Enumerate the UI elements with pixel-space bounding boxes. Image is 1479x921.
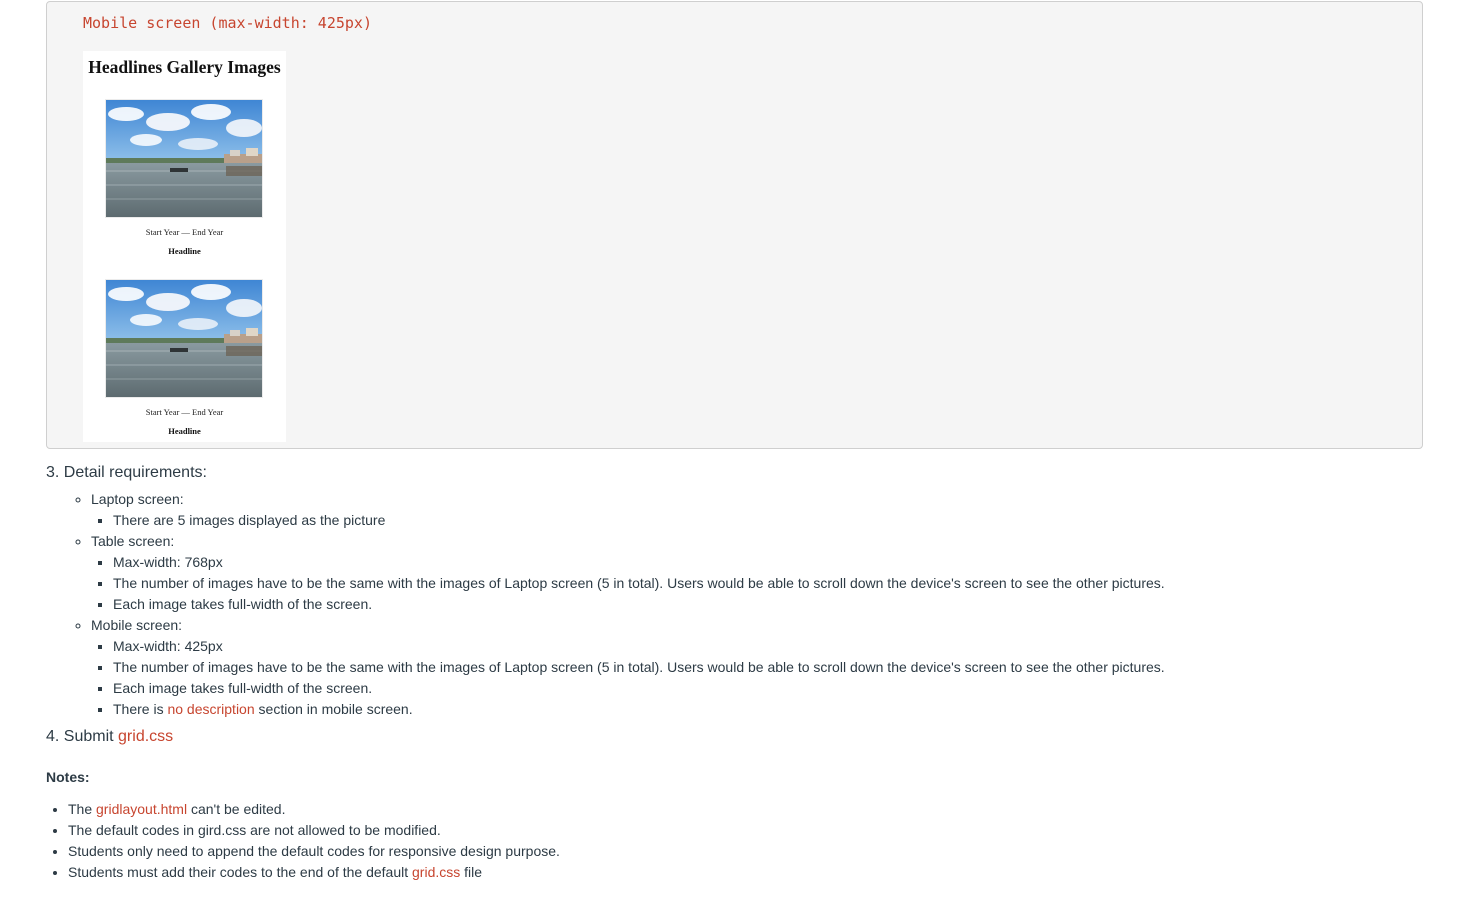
assignment-content: 3. Detail requirements: Laptop screen: T… [46,461,1446,883]
text-segment: Students must add their codes to the end… [68,864,413,880]
text-segment: can't be edited. [187,801,286,817]
notes-title: Notes: [46,769,90,785]
text-segment: The [68,801,97,817]
text-segment: section in mobile screen. [254,701,413,717]
mobile-label: Mobile screen: [91,617,183,633]
highlighted-text: no description [167,701,255,717]
list-item: Students must add their codes to the end… [68,862,1446,883]
list-item: The default codes in gird.css are not al… [68,820,1446,841]
grid-css-link[interactable]: grid.css [118,728,173,745]
table-requirement: Table screen: Max-width: 768px The numbe… [91,531,1446,615]
landscape-photo [106,280,262,397]
mobile-requirement: Mobile screen: Max-width: 425px The numb… [91,615,1446,720]
grid-css-link[interactable]: grid.css [412,864,460,880]
list-item: The number of images have to be the same… [113,573,1446,594]
example-code-box: Mobile screen (max-width: 425px) Headlin… [46,1,1423,449]
list-item: There are 5 images displayed as the pict… [113,510,1446,531]
mobile-preview-image: Headlines Gallery Images Start Year — En… [83,51,286,442]
requirements-list: Laptop screen: There are 5 images displa… [46,489,1446,720]
list-item: There is no description section in mobil… [113,699,1446,720]
list-item: Max-width: 425px [113,636,1446,657]
laptop-label: Laptop screen: [91,491,184,507]
list-item: The number of images have to be the same… [113,657,1446,678]
laptop-requirement: Laptop screen: There are 5 images displa… [91,489,1446,531]
submit-heading: 4. Submit grid.css [46,725,1446,749]
list-item: Max-width: 768px [113,552,1446,573]
text-segment: file [460,864,483,880]
gallery-headline: Headline [168,246,201,256]
submit-prefix: 4. Submit [46,728,119,745]
gallery-years: Start Year — End Year [145,407,224,417]
gridlayout-html-link[interactable]: gridlayout.html [96,801,187,817]
preview-title: Headlines Gallery Images [88,57,281,77]
notes-list: The gridlayout.html can't be edited. The… [46,799,1446,883]
gallery-years: Start Year — End Year [145,227,224,237]
table-label: Table screen: [91,533,175,549]
text-segment: There is [113,701,168,717]
landscape-photo [106,100,262,217]
list-item: Each image takes full-width of the scree… [113,678,1446,699]
list-item: The gridlayout.html can't be edited. [68,799,1446,820]
list-item: Students only need to append the default… [68,841,1446,862]
example-caption: Mobile screen (max-width: 425px) [83,14,372,32]
gallery-headline: Headline [168,426,201,436]
list-item: Each image takes full-width of the scree… [113,594,1446,615]
detail-requirements-heading: 3. Detail requirements: [46,464,207,481]
